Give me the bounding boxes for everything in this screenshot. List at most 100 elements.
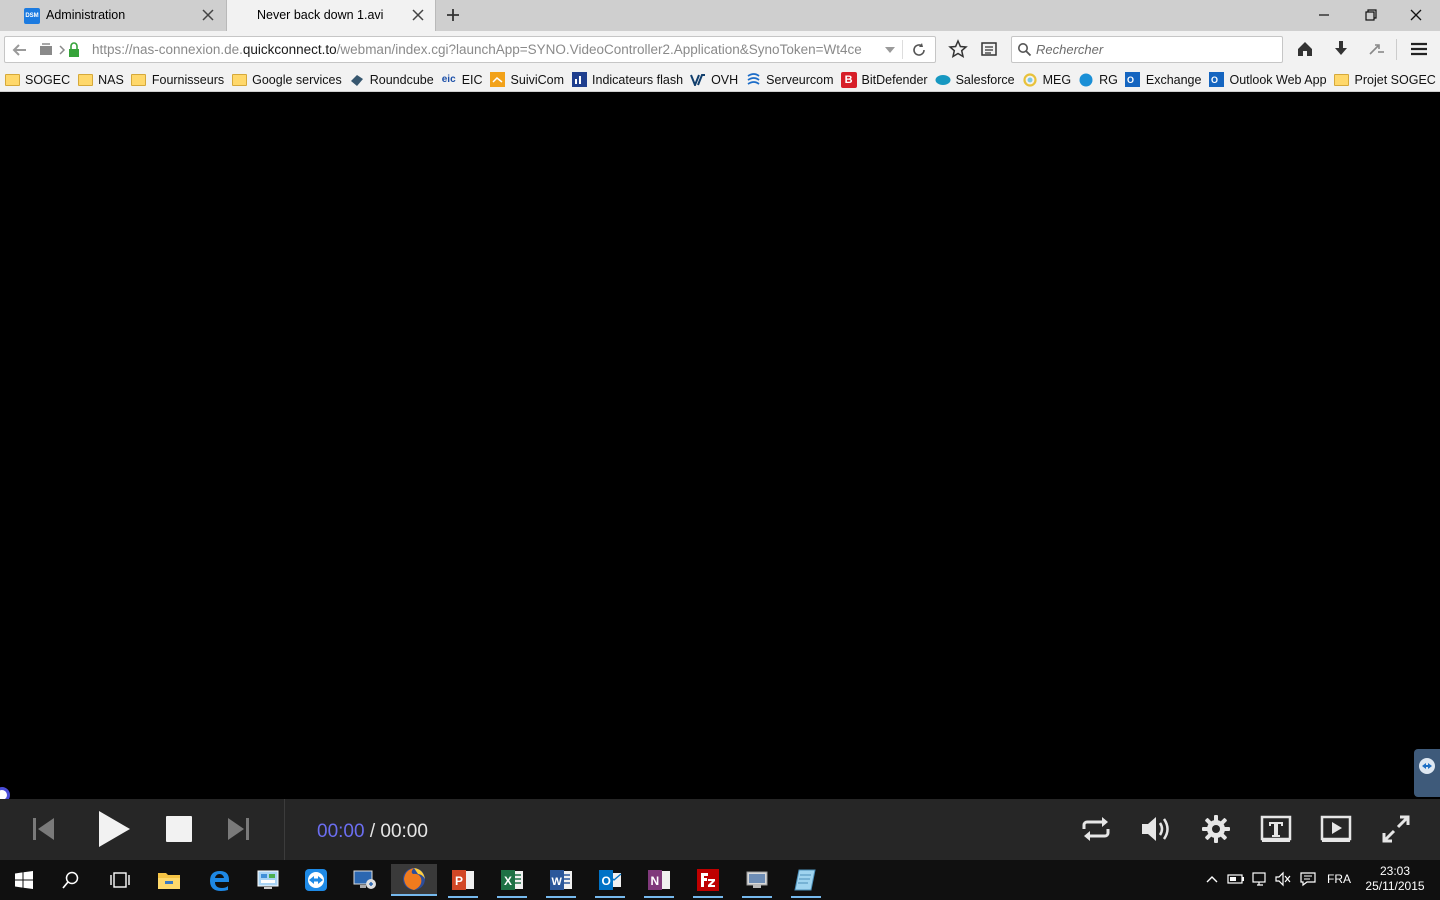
- tab-never-back-down[interactable]: Never back down 1.avi: [226, 0, 436, 31]
- bookmark-google-services[interactable]: Google services: [231, 72, 342, 88]
- tray-overflow-button[interactable]: [1203, 870, 1221, 888]
- input-language[interactable]: FRA: [1327, 872, 1351, 886]
- bookmark-salesforce[interactable]: Salesforce: [935, 72, 1015, 88]
- bookmark-eic[interactable]: eic EIC: [441, 72, 483, 88]
- taskbar-firefox[interactable]: [391, 864, 437, 896]
- search-input[interactable]: [1036, 40, 1276, 59]
- system-clock[interactable]: 23:03 25/11/2015: [1362, 864, 1428, 894]
- bookmark-rg[interactable]: RG: [1078, 72, 1118, 88]
- back-arrow-icon[interactable]: [9, 39, 31, 61]
- taskbar-notepad-app[interactable]: [783, 864, 829, 898]
- svg-text:O: O: [1211, 75, 1218, 85]
- taskbar-outlook[interactable]: O: [587, 864, 633, 898]
- play-button[interactable]: [92, 807, 136, 851]
- taskbar-control-panel[interactable]: [245, 864, 291, 896]
- sync-icon[interactable]: [1366, 38, 1388, 60]
- url-text[interactable]: https://nas-connexion.de.quickconnect.to…: [92, 42, 882, 57]
- taskbar-search-button[interactable]: [48, 864, 94, 896]
- ovh-icon: [690, 72, 706, 88]
- tray-volume[interactable]: [1274, 870, 1292, 888]
- home-icon[interactable]: [1294, 38, 1316, 60]
- fullscreen-button[interactable]: [1377, 811, 1415, 847]
- tray-network[interactable]: [1251, 870, 1269, 888]
- dsm-favicon-icon: DSM: [24, 8, 40, 24]
- bookmark-outlook-web-app[interactable]: O Outlook Web App: [1208, 72, 1327, 88]
- bookmark-bitdefender[interactable]: B BitDefender: [840, 71, 928, 88]
- taskbar-file-explorer[interactable]: [146, 864, 192, 896]
- settings-button[interactable]: [1197, 811, 1235, 847]
- player-controls: 00:00 / 00:00: [0, 799, 1440, 860]
- bookmark-label: Serveurcom: [766, 72, 834, 87]
- search-box[interactable]: [1011, 36, 1283, 63]
- tray-battery[interactable]: [1227, 870, 1245, 888]
- bookmark-fournisseurs[interactable]: Fournisseurs: [131, 72, 224, 88]
- svg-text:N: N: [651, 874, 660, 888]
- new-tab-icon[interactable]: [444, 6, 462, 24]
- url-bar[interactable]: https://nas-connexion.de.quickconnect.to…: [4, 36, 936, 63]
- close-tab-icon[interactable]: [201, 8, 215, 22]
- bookmark-sogec[interactable]: SOGEC: [4, 72, 70, 88]
- bookmark-projet-sogec[interactable]: Projet SOGEC: [1334, 72, 1436, 88]
- filezilla-icon: [697, 869, 719, 891]
- stop-button[interactable]: [160, 811, 198, 847]
- toolbar-divider: [1396, 39, 1397, 60]
- close-window-icon[interactable]: [1404, 3, 1428, 27]
- bookmark-serveurcom[interactable]: Serveurcom: [745, 72, 834, 88]
- teamviewer-side-tab[interactable]: [1414, 749, 1440, 797]
- next-button[interactable]: [220, 811, 258, 847]
- bookmark-label: Fournisseurs: [151, 72, 225, 87]
- bookmark-label: OVH: [711, 72, 739, 87]
- bookmark-label: Google services: [252, 72, 342, 87]
- word-icon: W: [550, 870, 572, 890]
- bookmark-label: Indicateurs flash: [592, 72, 684, 87]
- volume-button[interactable]: [1136, 811, 1174, 847]
- bookmark-roundcube[interactable]: Roundcube: [349, 72, 434, 88]
- gear-icon: [1202, 815, 1230, 843]
- bookmark-label: Exchange: [1145, 72, 1202, 87]
- bookmark-ovh[interactable]: OVH: [690, 72, 738, 88]
- svg-text:W: W: [552, 876, 563, 888]
- bookmark-exchange[interactable]: O Exchange: [1125, 72, 1202, 88]
- reading-list-icon[interactable]: [978, 38, 1000, 60]
- menu-hamburger-icon[interactable]: [1408, 38, 1430, 60]
- subtitles-button[interactable]: [1257, 811, 1295, 847]
- repeat-button[interactable]: [1077, 811, 1115, 847]
- taskbar-network-app[interactable]: [734, 864, 780, 898]
- dropdown-arrow-icon[interactable]: [879, 39, 901, 61]
- taskbar-teamviewer[interactable]: [293, 864, 339, 896]
- minimize-icon[interactable]: [1312, 3, 1336, 27]
- taskbar-onenote[interactable]: N: [636, 864, 682, 898]
- bookmark-nas[interactable]: NAS: [77, 72, 124, 88]
- bookmark-label: Roundcube: [369, 72, 434, 87]
- bookmark-meg[interactable]: MEG: [1022, 72, 1071, 88]
- bookmark-star-icon[interactable]: [947, 38, 969, 60]
- control-panel-icon: [257, 870, 279, 889]
- bookmark-indicateurs-flash[interactable]: Indicateurs flash: [571, 72, 683, 88]
- tray-action-center[interactable]: [1299, 870, 1317, 888]
- download-icon[interactable]: [1330, 38, 1352, 60]
- taskbar-word[interactable]: W: [538, 864, 584, 898]
- playlist-button[interactable]: [1317, 811, 1355, 847]
- tab-administration[interactable]: DSM Administration: [0, 0, 226, 31]
- firefox-icon: [403, 868, 425, 890]
- task-view-button[interactable]: [97, 864, 143, 896]
- taskbar-excel[interactable]: X: [489, 864, 535, 898]
- video-viewport[interactable]: [0, 93, 1440, 799]
- taskbar-edge[interactable]: [196, 864, 242, 896]
- restore-icon[interactable]: [1358, 3, 1382, 27]
- close-tab-icon[interactable]: [411, 8, 425, 22]
- clock-date: 25/11/2015: [1365, 879, 1425, 893]
- bookmark-suivicom[interactable]: SuiviCom: [490, 72, 564, 88]
- start-button[interactable]: [1, 864, 47, 896]
- taskbar-remote-desktop[interactable]: [342, 864, 388, 896]
- taskbar-powerpoint[interactable]: P: [440, 864, 486, 898]
- indicateurs-icon: [571, 72, 587, 88]
- rg-icon: [1078, 72, 1094, 88]
- task-view-icon: [110, 872, 130, 888]
- reload-icon[interactable]: [908, 39, 930, 61]
- lock-icon[interactable]: [63, 39, 85, 61]
- meg-icon: [1022, 72, 1038, 88]
- taskbar-filezilla[interactable]: [685, 864, 731, 898]
- folder-icon: [77, 72, 93, 88]
- previous-button[interactable]: [24, 811, 62, 847]
